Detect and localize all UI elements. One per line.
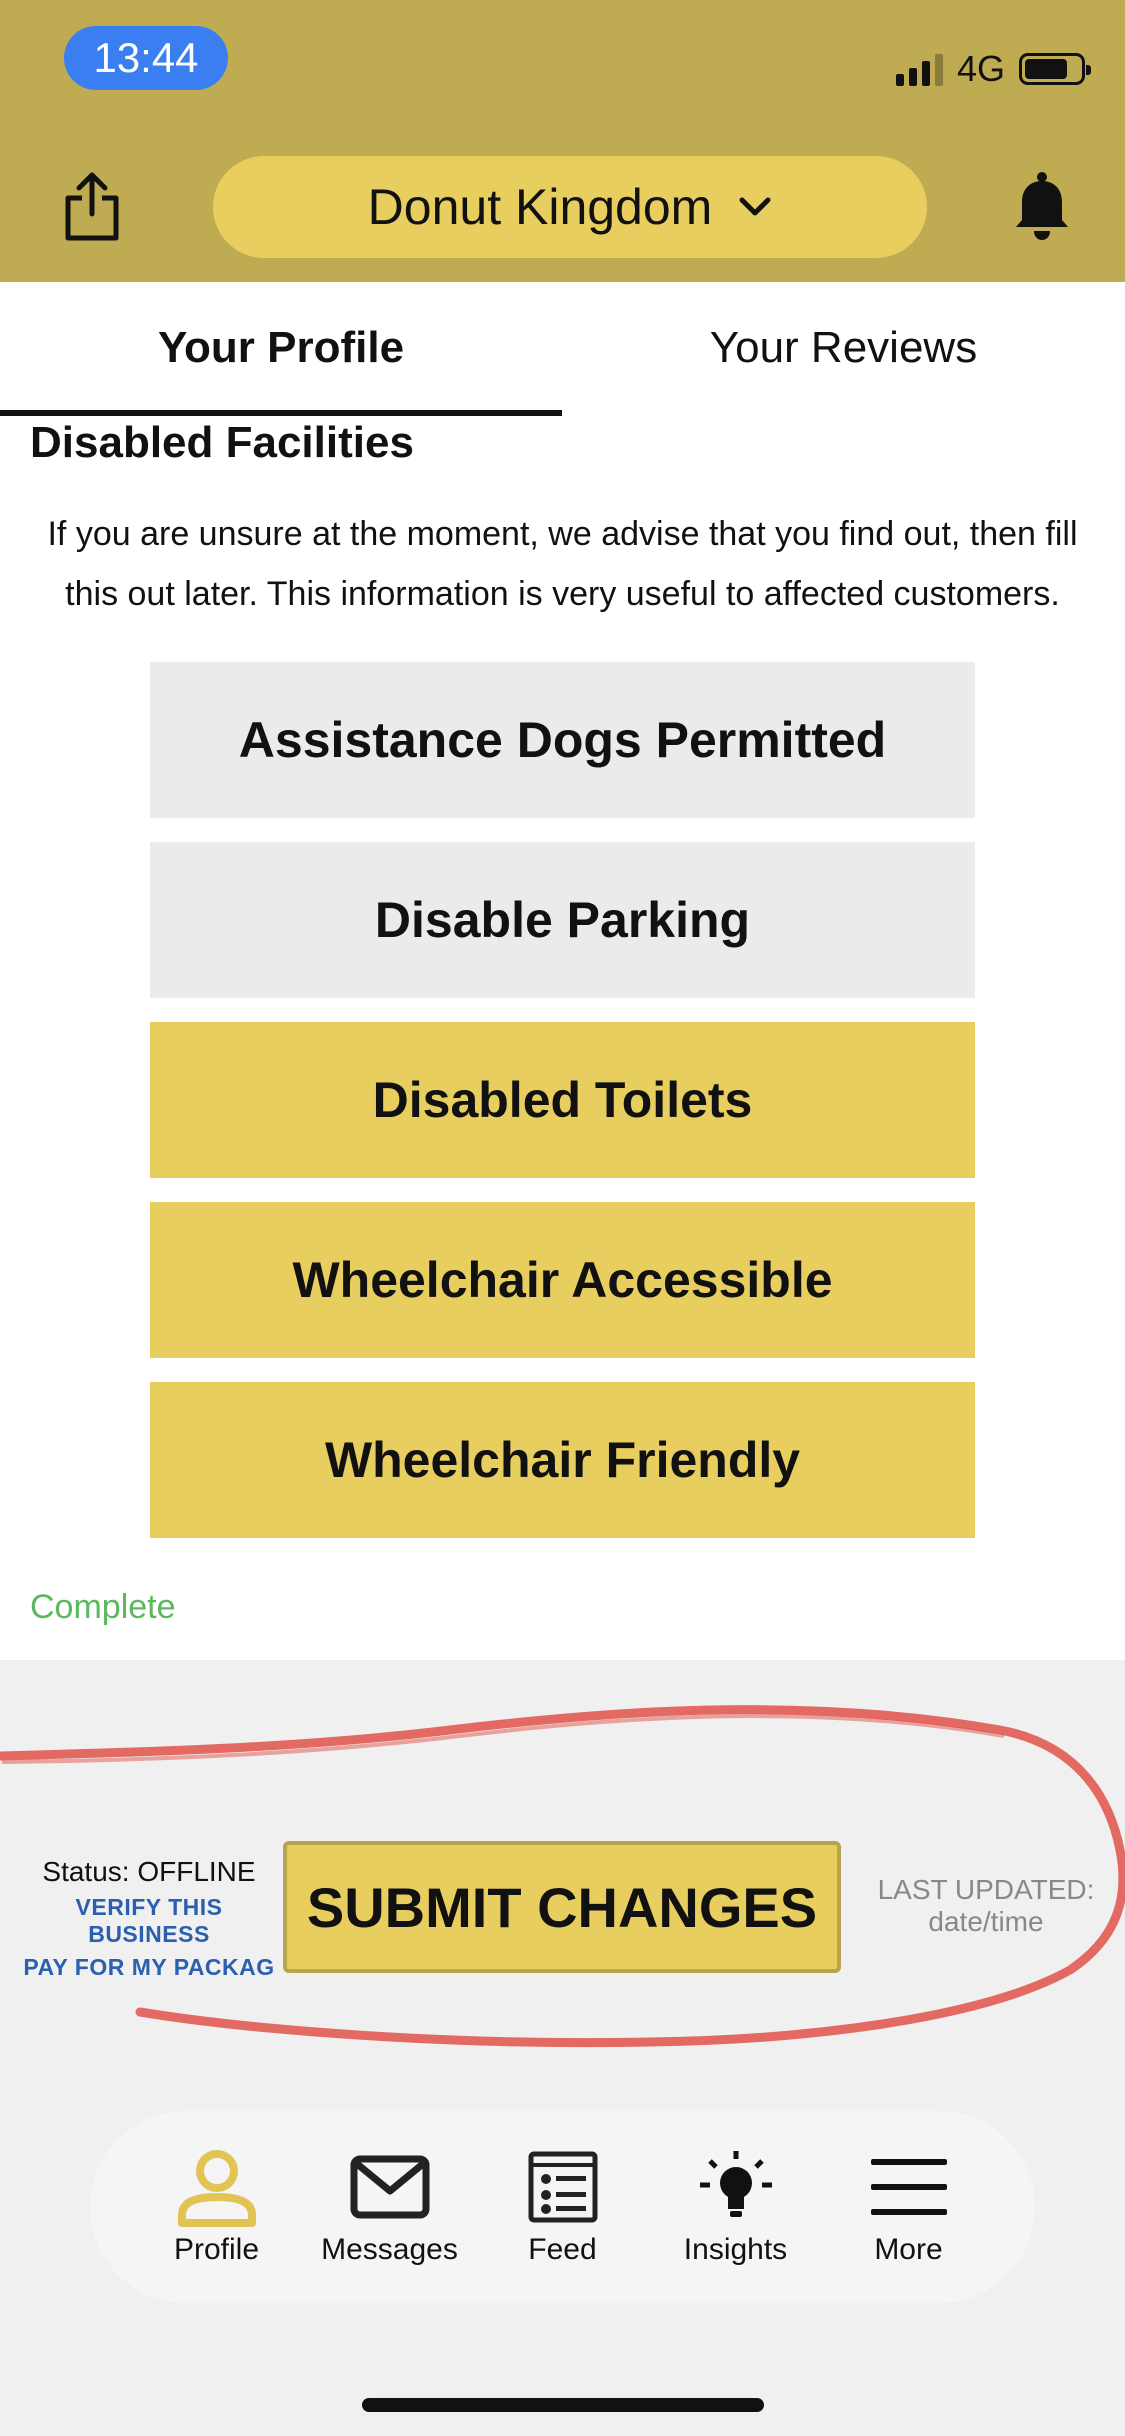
bell-icon	[1016, 172, 1068, 240]
nav-profile[interactable]: Profile	[137, 2147, 297, 2267]
battery-icon	[1019, 53, 1091, 85]
status-time: 13:44	[64, 26, 228, 90]
nav-insights[interactable]: Insights	[656, 2147, 816, 2267]
tab-your-reviews[interactable]: Your Reviews	[562, 282, 1125, 414]
profile-content: Your Profile Your Reviews Disabled Facil…	[0, 282, 1125, 1660]
envelope-icon	[345, 2147, 435, 2227]
bottom-nav: Profile Messages Feed Insights More	[90, 2111, 1035, 2303]
nav-messages[interactable]: Messages	[310, 2147, 470, 2267]
tab-your-profile[interactable]: Your Profile	[0, 282, 562, 414]
menu-icon	[864, 2147, 954, 2227]
last-updated-label: LAST UPDATED:	[877, 1874, 1095, 1905]
feed-icon	[518, 2147, 608, 2227]
nav-feed-label: Feed	[528, 2233, 597, 2266]
nav-more[interactable]: More	[829, 2147, 989, 2267]
facility-assistance-dogs[interactable]: Assistance Dogs Permitted	[150, 662, 975, 818]
chevron-down-icon	[739, 197, 771, 216]
person-icon	[172, 2147, 262, 2227]
facility-options: Assistance Dogs Permitted Disable Parkin…	[150, 662, 975, 1562]
business-selector[interactable]: Donut Kingdom	[213, 156, 927, 258]
pay-package-link[interactable]: PAY FOR MY PACKAG	[18, 1954, 280, 1981]
nav-insights-label: Insights	[683, 2233, 788, 2266]
business-name: Donut Kingdom	[367, 179, 713, 235]
facility-disable-parking[interactable]: Disable Parking	[150, 842, 975, 998]
app-header: 13:44 4G Donut Kingdom	[0, 0, 1125, 282]
status-indicators: 4G	[895, 44, 1091, 94]
active-tab-indicator	[0, 410, 562, 416]
submit-changes-button[interactable]: SUBMIT CHANGES	[283, 1841, 841, 1973]
profile-tabs: Your Profile Your Reviews	[0, 282, 1125, 416]
home-indicator[interactable]	[362, 2398, 764, 2412]
facility-disabled-toilets[interactable]: Disabled Toilets	[150, 1022, 975, 1178]
nav-feed[interactable]: Feed	[483, 2147, 643, 2267]
lightbulb-icon	[691, 2147, 781, 2227]
share-icon	[65, 172, 119, 241]
cellular-signal-icon	[895, 52, 943, 86]
last-updated: LAST UPDATED: date/time	[868, 1874, 1104, 1938]
notifications-button[interactable]	[1010, 170, 1074, 242]
section-title: Disabled Facilities	[30, 418, 414, 467]
facility-wheelchair-accessible[interactable]: Wheelchair Accessible	[150, 1202, 975, 1358]
nav-more-label: More	[874, 2233, 943, 2266]
status-text: Status: OFFLINE	[42, 1856, 256, 1887]
facility-wheelchair-friendly[interactable]: Wheelchair Friendly	[150, 1382, 975, 1538]
last-updated-value: date/time	[928, 1906, 1044, 1937]
completion-status: Complete	[30, 1588, 176, 1626]
section-description: If you are unsure at the moment, we advi…	[47, 515, 1078, 613]
business-status: Status: OFFLINE VERIFY THIS BUSINESS PAY…	[18, 1856, 280, 1981]
verify-business-link[interactable]: VERIFY THIS BUSINESS	[18, 1894, 280, 1948]
share-button[interactable]	[62, 170, 122, 242]
network-type: 4G	[956, 48, 1005, 89]
nav-messages-label: Messages	[321, 2233, 458, 2266]
nav-profile-label: Profile	[173, 2233, 260, 2266]
